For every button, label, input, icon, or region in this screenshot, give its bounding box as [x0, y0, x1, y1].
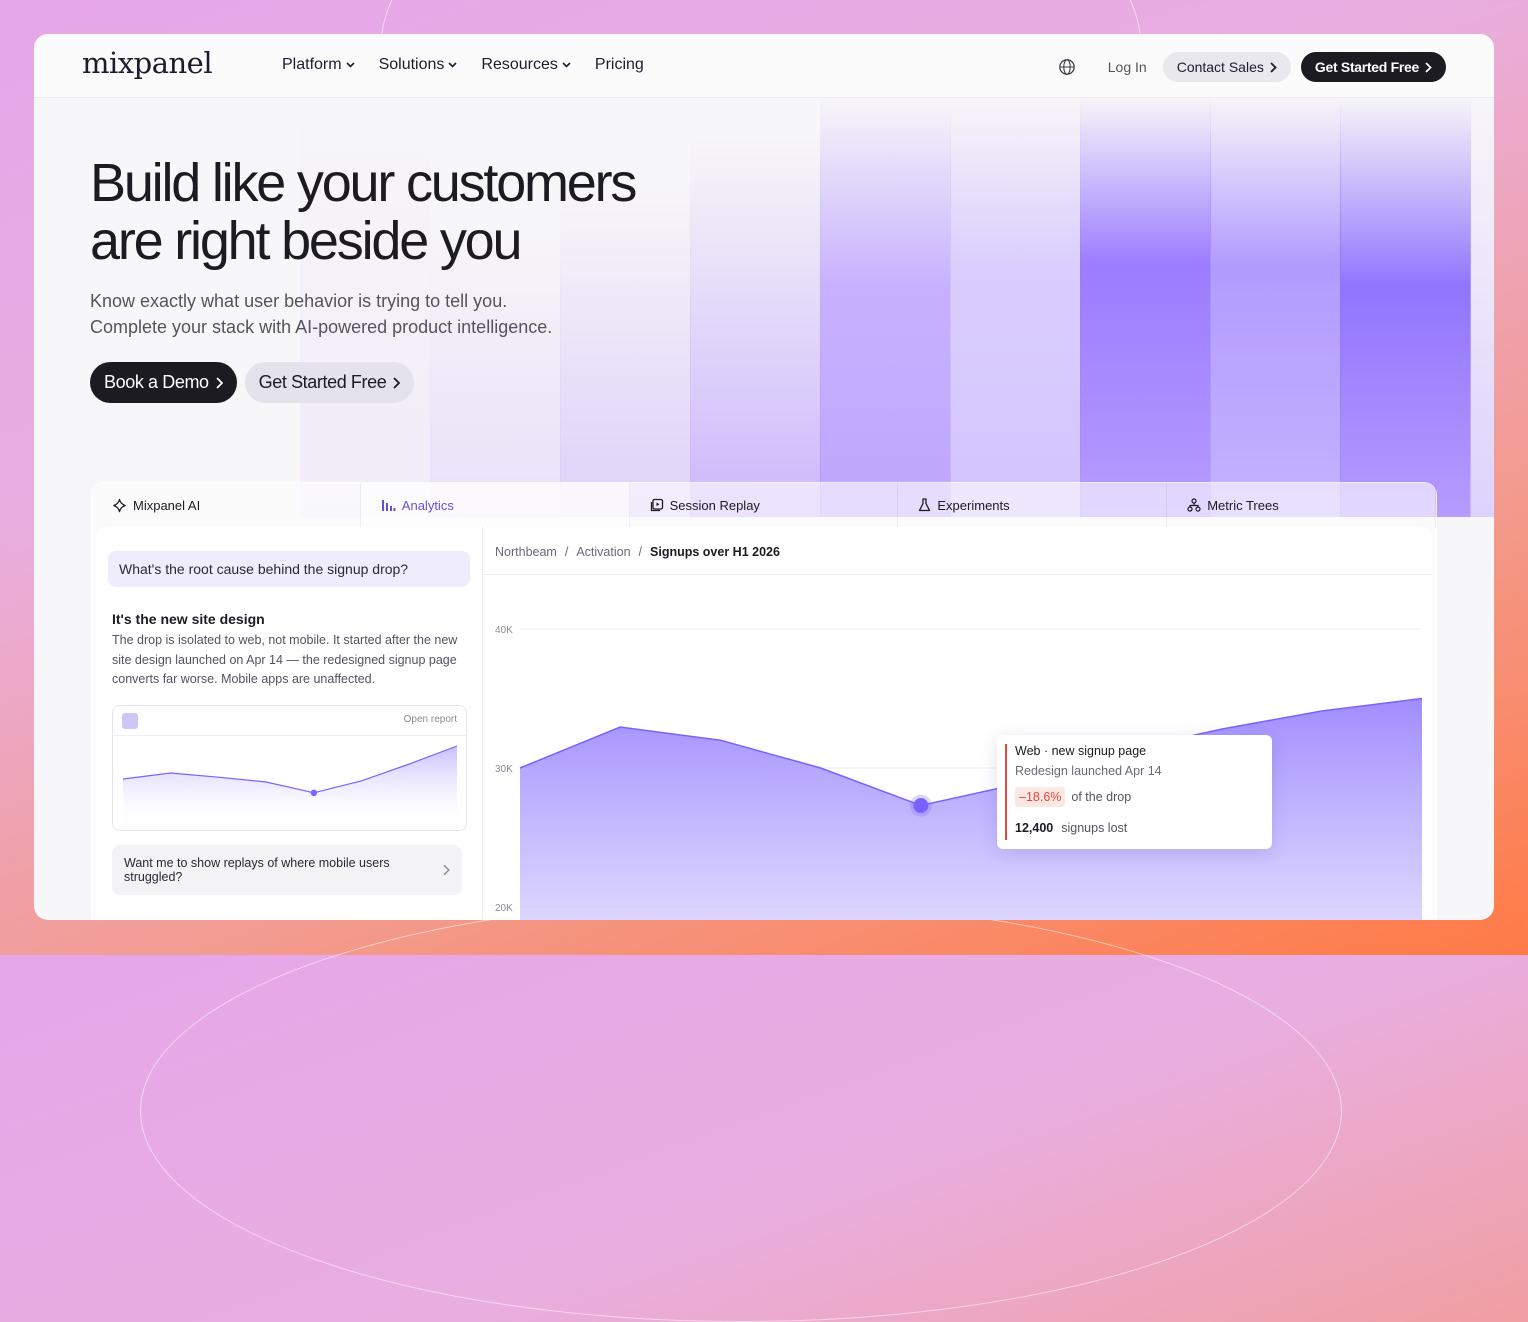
hero-bar	[1340, 97, 1471, 517]
get-started-nav-label: Get Started Free	[1314, 59, 1419, 75]
tooltip-subtitle: Redesign launched Apr 14	[1015, 764, 1162, 778]
tab-session-replay[interactable]: Session Replay	[630, 483, 899, 527]
answer-body: The drop is isolated to web, not mobile.…	[112, 633, 458, 686]
ai-assistant-pane: What's the root cause behind the signup …	[96, 527, 483, 920]
tab-label: Metric Trees	[1207, 497, 1279, 513]
tooltip-change-row: –18.6% of the drop	[1015, 787, 1131, 807]
mini-report-card[interactable]: Open report	[112, 705, 467, 831]
report-thumbnail-icon	[122, 713, 138, 729]
hero-sub-line1: Know exactly what user behavior is tryin…	[90, 291, 508, 311]
y-tick-label: 40K	[495, 625, 513, 636]
mini-chart	[122, 745, 458, 830]
breadcrumb-separator: /	[564, 545, 569, 559]
contact-sales-button[interactable]: Contact Sales	[1162, 52, 1291, 82]
book-demo-button[interactable]: Book a Demo	[90, 362, 237, 403]
contact-sales-label: Contact Sales	[1176, 59, 1264, 75]
top-navigation: mixpanel Platform Solutions Resources Pr…	[34, 34, 1494, 98]
tooltip-title: Web · new signup page	[1015, 744, 1147, 758]
tab-experiments[interactable]: Experiments	[898, 483, 1168, 527]
nav-resources-label: Resources	[481, 56, 558, 73]
background-arc	[140, 900, 1342, 1322]
signups-area-chart: 40K 30K 20K	[495, 625, 1423, 920]
hero-gradient-bars	[300, 97, 1494, 517]
chart-tooltip: Web · new signup page Redesign launched …	[997, 735, 1272, 849]
change-badge: –18.6%	[1015, 787, 1066, 807]
tab-mixpanel-ai[interactable]: Mixpanel AI	[92, 483, 361, 527]
breadcrumb-item[interactable]: Activation	[576, 545, 630, 559]
tab-metric-trees[interactable]: Metric Trees	[1167, 483, 1436, 527]
breadcrumb: Northbeam / Activation / Signups over H1…	[495, 545, 780, 559]
chevron-down-icon	[346, 62, 355, 68]
hero-headline: Build like your customers are right besi…	[90, 154, 790, 270]
highlight-point	[913, 798, 929, 814]
user-question-bubble: What's the root cause behind the signup …	[108, 551, 470, 587]
globe-icon[interactable]	[1058, 58, 1076, 76]
suggestion-text: Want me to show replays of where mobile …	[124, 856, 390, 884]
lost-value: 12,400	[1015, 821, 1054, 835]
hero-bar	[820, 97, 951, 517]
sparkle-icon	[113, 498, 126, 512]
chevron-right-icon	[1270, 61, 1277, 73]
get-started-nav-button[interactable]: Get Started Free	[1300, 52, 1446, 82]
replay-icon	[650, 498, 663, 512]
chevron-right-icon	[1425, 61, 1432, 73]
nav-actions: Log In Contact Sales Get Started Free	[1058, 52, 1446, 82]
hero-subheadline: Know exactly what user behavior is tryin…	[90, 288, 552, 340]
suggestion-prompt[interactable]: Want me to show replays of where mobile …	[112, 845, 462, 895]
browser-page: mixpanel Platform Solutions Resources Pr…	[34, 34, 1494, 920]
change-label: of the drop	[1071, 790, 1132, 804]
breadcrumb-item[interactable]: Northbeam	[495, 545, 557, 559]
tooltip-accent-bar	[1005, 744, 1007, 840]
flask-icon	[919, 498, 931, 512]
chevron-down-icon	[562, 62, 571, 68]
mixpanel-logo[interactable]: mixpanel	[82, 46, 213, 80]
login-link[interactable]: Log In	[1104, 53, 1151, 81]
tab-label: Mixpanel AI	[133, 497, 201, 513]
y-tick-label: 20K	[495, 903, 513, 914]
hero-bar	[1210, 97, 1341, 517]
hero-sub-line2: Complete your stack with AI-powered prod…	[90, 317, 553, 337]
tree-icon	[1187, 498, 1201, 512]
tab-analytics[interactable]: Analytics	[360, 483, 630, 527]
mini-highlight-point	[310, 789, 318, 796]
bar-chart-icon	[381, 500, 396, 511]
tab-label: Experiments	[937, 497, 1010, 513]
chevron-right-icon	[216, 376, 223, 389]
get-started-hero-label: Get Started Free	[258, 372, 387, 392]
chevron-down-icon	[448, 62, 457, 68]
hero-bar	[1080, 97, 1211, 517]
get-started-hero-button[interactable]: Get Started Free	[244, 362, 415, 403]
tab-label: Analytics	[401, 497, 454, 513]
analytics-panel: What's the root cause behind the signup …	[96, 527, 1432, 920]
answer-title: It's the new site design	[112, 611, 265, 627]
y-tick-label: 30K	[495, 764, 513, 775]
hero-headline-line1: Build like your customers	[90, 153, 637, 213]
product-tabs: Mixpanel AI Analytics Session Replay Exp…	[92, 483, 1436, 527]
chevron-right-icon	[393, 376, 401, 389]
nav-platform-label: Platform	[282, 56, 342, 73]
product-preview: Mixpanel AI Analytics Session Replay Exp…	[92, 483, 1436, 920]
open-report-link[interactable]: Open report	[404, 714, 457, 725]
book-demo-label: Book a Demo	[104, 372, 209, 392]
nav-pricing[interactable]: Pricing	[595, 56, 644, 74]
tab-label: Session Replay	[669, 497, 760, 513]
nav-links: Platform Solutions Resources Pricing	[282, 56, 644, 74]
tooltip-lost-row: 12,400 signups lost	[1015, 821, 1127, 835]
chevron-right-icon	[443, 864, 450, 876]
nav-solutions-label: Solutions	[378, 56, 445, 73]
report-pane: Northbeam / Activation / Signups over H1…	[483, 527, 1432, 920]
nav-solutions[interactable]: Solutions	[379, 56, 458, 74]
nav-resources[interactable]: Resources	[481, 56, 571, 74]
hero-bar	[950, 97, 1081, 517]
breadcrumb-current: Signups over H1 2026	[650, 545, 780, 559]
nav-pricing-label: Pricing	[594, 56, 644, 73]
lost-label: signups lost	[1061, 821, 1128, 835]
hero-headline-line2: are right beside you	[90, 211, 522, 271]
breadcrumb-separator: /	[638, 545, 643, 559]
nav-platform[interactable]: Platform	[282, 56, 355, 74]
hero-cta-row: Book a Demo Get Started Free	[90, 362, 415, 403]
hero-bar	[1470, 97, 1494, 517]
